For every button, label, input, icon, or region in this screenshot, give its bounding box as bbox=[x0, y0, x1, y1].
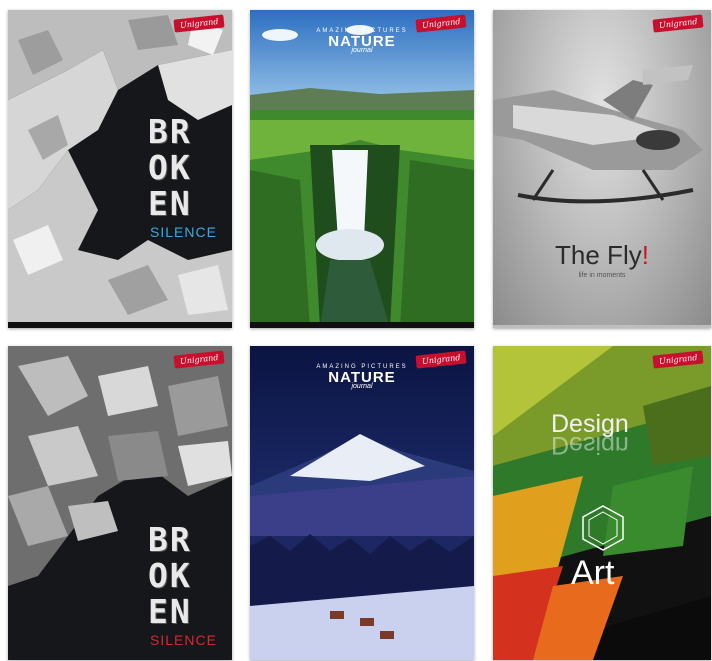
broken-title: BR OK EN bbox=[148, 522, 192, 630]
hexagon-icon bbox=[582, 505, 624, 551]
broken-title-line: OK bbox=[148, 556, 192, 595]
design-title-reflection: Design bbox=[551, 431, 629, 459]
header-script: journal bbox=[351, 47, 373, 54]
broken-title-line: EN bbox=[148, 592, 192, 631]
fly-title: The Fly! bbox=[493, 240, 711, 271]
notebook-broken-silence-red: BR OK EN SILENCE Unigrand bbox=[8, 346, 232, 660]
broken-subtitle: SILENCE bbox=[150, 632, 217, 648]
broken-title-line: OK bbox=[148, 148, 192, 187]
fly-title-mark: ! bbox=[641, 240, 649, 270]
broken-title: BR OK EN bbox=[148, 114, 192, 222]
nature-header: AMAZING PICTURES NATURE journal bbox=[250, 364, 474, 390]
shattered-wall-art bbox=[8, 346, 232, 586]
fly-subtitle: life in moments bbox=[578, 272, 626, 279]
notebook-the-fly: The Fly! life in moments Unigrand bbox=[493, 10, 711, 328]
broken-title-line: EN bbox=[148, 184, 192, 223]
broken-subtitle: SILENCE bbox=[150, 224, 217, 240]
notebook-design-art: Design Design Art Unigrand bbox=[493, 346, 711, 660]
spine bbox=[493, 325, 711, 328]
mountain-landscape bbox=[250, 346, 474, 660]
notebook-nature-waterfall: AMAZING PICTURES NATURE journal Unigrand bbox=[250, 10, 474, 328]
waterfall-landscape bbox=[250, 10, 474, 328]
broken-title-line: BR bbox=[148, 112, 192, 151]
notebook-nature-mountain: AMAZING PICTURES NATURE journal Unigrand bbox=[250, 346, 474, 660]
design-subtitle: Art bbox=[571, 554, 615, 592]
shattered-wall-art bbox=[8, 10, 232, 328]
notebook-broken-silence-blue: BR OK EN SILENCE Unigrand bbox=[8, 10, 232, 328]
header-script: journal bbox=[351, 383, 373, 390]
broken-title-line: BR bbox=[148, 520, 192, 559]
spine bbox=[250, 322, 474, 328]
nature-header: AMAZING PICTURES NATURE journal bbox=[250, 28, 474, 54]
spine bbox=[8, 322, 232, 328]
geometric-pattern bbox=[493, 346, 711, 660]
seaplane-image bbox=[493, 65, 703, 204]
fly-title-text: The Fly bbox=[555, 240, 642, 270]
